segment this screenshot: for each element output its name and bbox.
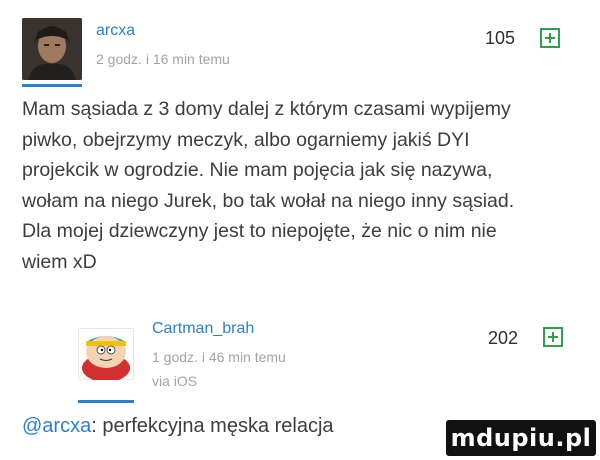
username[interactable]: arcxa bbox=[96, 22, 135, 40]
comment-body: Mam sąsiada z 3 domy dalej z którym czas… bbox=[22, 98, 515, 273]
comment-arcxa: arcxa 2 godz. i 16 min temu 105 Mam sąsi… bbox=[0, 0, 600, 300]
comment-text: : perfekcyjna męska relacja bbox=[91, 415, 334, 437]
avatar-underline bbox=[22, 84, 82, 87]
comment-time[interactable]: 2 godz. i 16 min temu bbox=[96, 51, 230, 67]
vote-score: 202 bbox=[488, 328, 519, 348]
avatar-underline bbox=[78, 400, 134, 403]
site-watermark: mdupiu.pl bbox=[446, 420, 596, 456]
comment-body: @arcxa: perfekcyjna męska relacja bbox=[22, 415, 334, 438]
mention-link[interactable]: @arcxa bbox=[22, 415, 91, 437]
vote-score: 105 bbox=[485, 28, 516, 48]
comment-device: via iOS bbox=[152, 373, 198, 389]
upvote-plus-button[interactable] bbox=[540, 28, 560, 48]
user-avatar-cartman-icon bbox=[78, 328, 134, 380]
comment-time[interactable]: 1 godz. i 46 min temu bbox=[152, 349, 286, 365]
user-avatar-man-icon bbox=[22, 18, 82, 80]
avatar[interactable] bbox=[78, 328, 134, 380]
avatar[interactable] bbox=[22, 18, 82, 80]
username[interactable]: Cartman_brah bbox=[152, 320, 254, 338]
upvote-plus-button[interactable] bbox=[543, 327, 563, 347]
